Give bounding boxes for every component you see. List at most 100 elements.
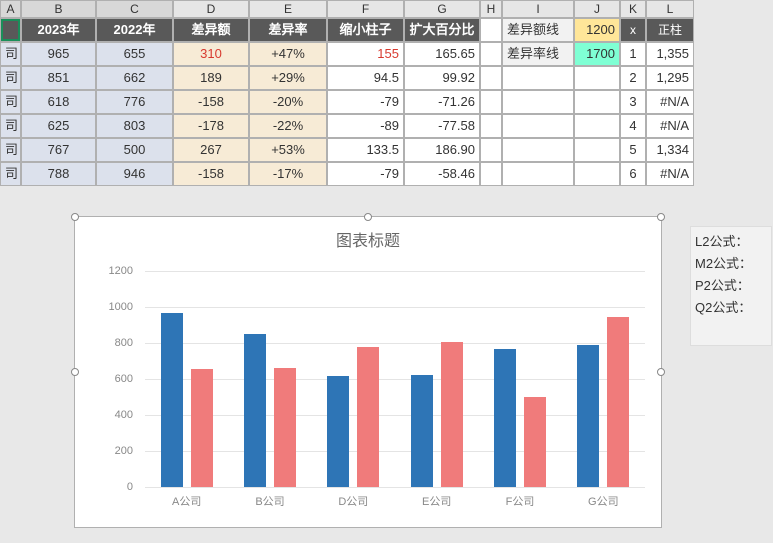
cell-G7[interactable]: -58.46 (404, 162, 480, 186)
cell-B5[interactable]: 625 (21, 114, 96, 138)
chart-bar-series2[interactable] (274, 368, 296, 487)
cell-K5[interactable]: 4 (620, 114, 646, 138)
resize-handle[interactable] (657, 213, 665, 221)
cell-G4[interactable]: -71.26 (404, 90, 480, 114)
cell-H5[interactable] (480, 114, 502, 138)
cell-L3[interactable]: 1,295 (646, 66, 694, 90)
cell-G1[interactable]: 扩大百分比 (404, 18, 480, 42)
embedded-chart[interactable]: 图表标题 020040060080010001200 A公司B公司D公司E公司F… (74, 216, 662, 528)
cell-L5[interactable]: #N/A (646, 114, 694, 138)
colhdr-K[interactable]: K (620, 0, 646, 18)
cell-L7[interactable]: #N/A (646, 162, 694, 186)
colhdr-I[interactable]: I (502, 0, 574, 18)
cell-B4[interactable]: 618 (21, 90, 96, 114)
colhdr-L[interactable]: L (646, 0, 694, 18)
chart-bar-series1[interactable] (327, 376, 349, 487)
cell-B2[interactable]: 965 (21, 42, 96, 66)
cell-C7[interactable]: 946 (96, 162, 173, 186)
cell-F2[interactable]: 155 (327, 42, 404, 66)
cell-F1[interactable]: 缩小柱子 (327, 18, 404, 42)
chart-bar-series1[interactable] (244, 334, 266, 487)
cell-J1[interactable]: 1200 (574, 18, 620, 42)
colhdr-A[interactable]: A (0, 0, 21, 18)
chart-bar-series1[interactable] (577, 345, 599, 487)
cell-J4[interactable] (574, 90, 620, 114)
cell-K7[interactable]: 6 (620, 162, 646, 186)
cell-A2[interactable]: 司 (0, 42, 21, 66)
cell-J6[interactable] (574, 138, 620, 162)
cell-A5[interactable]: 司 (0, 114, 21, 138)
cell-E1[interactable]: 差异率 (249, 18, 327, 42)
cell-E7[interactable]: -17% (249, 162, 327, 186)
chart-bar-series1[interactable] (411, 375, 433, 488)
cell-D7[interactable]: -158 (173, 162, 249, 186)
cell-E5[interactable]: -22% (249, 114, 327, 138)
cell-I4[interactable] (502, 90, 574, 114)
cell-H6[interactable] (480, 138, 502, 162)
cell-J5[interactable] (574, 114, 620, 138)
cell-D4[interactable]: -158 (173, 90, 249, 114)
cell-L6[interactable]: 1,334 (646, 138, 694, 162)
cell-F7[interactable]: -79 (327, 162, 404, 186)
cell-C5[interactable]: 803 (96, 114, 173, 138)
cell-I1[interactable]: 差异额线高 (502, 18, 574, 42)
cell-I3[interactable] (502, 66, 574, 90)
chart-title[interactable]: 图表标题 (75, 217, 661, 251)
cell-A1[interactable] (0, 18, 21, 42)
cell-H2[interactable] (480, 42, 502, 66)
cell-B7[interactable]: 788 (21, 162, 96, 186)
cell-J3[interactable] (574, 66, 620, 90)
cell-F6[interactable]: 133.5 (327, 138, 404, 162)
cell-E6[interactable]: +53% (249, 138, 327, 162)
cell-D2[interactable]: 310 (173, 42, 249, 66)
cell-F5[interactable]: -89 (327, 114, 404, 138)
cell-D1[interactable]: 差异额 (173, 18, 249, 42)
chart-bar-series2[interactable] (191, 369, 213, 487)
cell-D5[interactable]: -178 (173, 114, 249, 138)
chart-bar-series2[interactable] (524, 397, 546, 487)
cell-H3[interactable] (480, 66, 502, 90)
colhdr-G[interactable]: G (404, 0, 480, 18)
cell-I7[interactable] (502, 162, 574, 186)
cell-C4[interactable]: 776 (96, 90, 173, 114)
chart-bar-series2[interactable] (357, 347, 379, 487)
colhdr-J[interactable]: J (574, 0, 620, 18)
cell-B6[interactable]: 767 (21, 138, 96, 162)
cell-A6[interactable]: 司 (0, 138, 21, 162)
cell-I5[interactable] (502, 114, 574, 138)
chart-bar-series1[interactable] (161, 313, 183, 487)
cell-G6[interactable]: 186.90 (404, 138, 480, 162)
cell-L4[interactable]: #N/A (646, 90, 694, 114)
colhdr-E[interactable]: E (249, 0, 327, 18)
cell-A4[interactable]: 司 (0, 90, 21, 114)
cell-E2[interactable]: +47% (249, 42, 327, 66)
cell-D6[interactable]: 267 (173, 138, 249, 162)
chart-bar-series1[interactable] (494, 349, 516, 487)
resize-handle[interactable] (364, 213, 372, 221)
chart-bar-series2[interactable] (607, 317, 629, 487)
cell-G3[interactable]: 99.92 (404, 66, 480, 90)
cell-C1[interactable]: 2022年 (96, 18, 173, 42)
cell-K6[interactable]: 5 (620, 138, 646, 162)
colhdr-B[interactable]: B (21, 0, 96, 18)
cell-K1[interactable]: x (620, 18, 646, 42)
cell-E4[interactable]: -20% (249, 90, 327, 114)
cell-K4[interactable]: 3 (620, 90, 646, 114)
resize-handle[interactable] (71, 213, 79, 221)
cell-I2[interactable]: 差异率线高 (502, 42, 574, 66)
cell-H4[interactable] (480, 90, 502, 114)
cell-B3[interactable]: 851 (21, 66, 96, 90)
resize-handle[interactable] (657, 368, 665, 376)
cell-A7[interactable]: 司 (0, 162, 21, 186)
chart-plot-area[interactable] (145, 271, 645, 487)
cell-E3[interactable]: +29% (249, 66, 327, 90)
cell-G5[interactable]: -77.58 (404, 114, 480, 138)
cell-J2[interactable]: 1700 (574, 42, 620, 66)
cell-H1[interactable] (480, 18, 502, 42)
cell-C6[interactable]: 500 (96, 138, 173, 162)
cell-K3[interactable]: 2 (620, 66, 646, 90)
cell-F4[interactable]: -79 (327, 90, 404, 114)
cell-L2[interactable]: 1,355 (646, 42, 694, 66)
cell-L1[interactable]: 正柱 (646, 18, 694, 42)
cell-D3[interactable]: 189 (173, 66, 249, 90)
